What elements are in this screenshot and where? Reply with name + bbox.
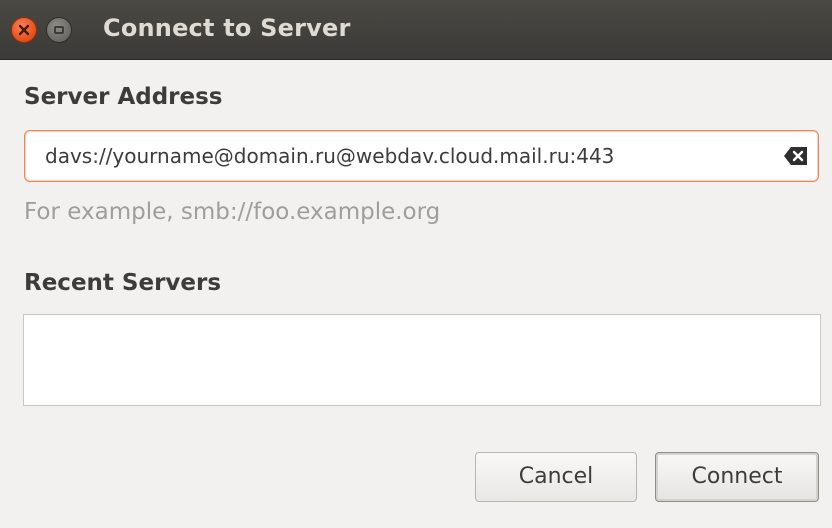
clear-text-button[interactable] xyxy=(783,145,809,167)
close-icon xyxy=(18,24,30,36)
cancel-button[interactable]: Cancel xyxy=(475,452,637,502)
title-bar: Connect to Server xyxy=(0,0,832,60)
server-address-hint: For example, smb://foo.example.org xyxy=(24,199,441,225)
close-window-button[interactable] xyxy=(11,17,37,43)
connect-button[interactable]: Connect xyxy=(655,452,819,502)
server-address-input[interactable] xyxy=(45,131,745,181)
recent-servers-heading: Recent Servers xyxy=(24,270,222,296)
recent-servers-list[interactable] xyxy=(23,314,821,406)
backspace-clear-icon xyxy=(784,147,807,165)
maximize-window-button[interactable] xyxy=(46,17,72,43)
server-address-heading: Server Address xyxy=(24,84,223,110)
maximize-icon xyxy=(54,26,64,34)
server-address-field[interactable] xyxy=(24,130,819,182)
window-title: Connect to Server xyxy=(103,14,351,42)
